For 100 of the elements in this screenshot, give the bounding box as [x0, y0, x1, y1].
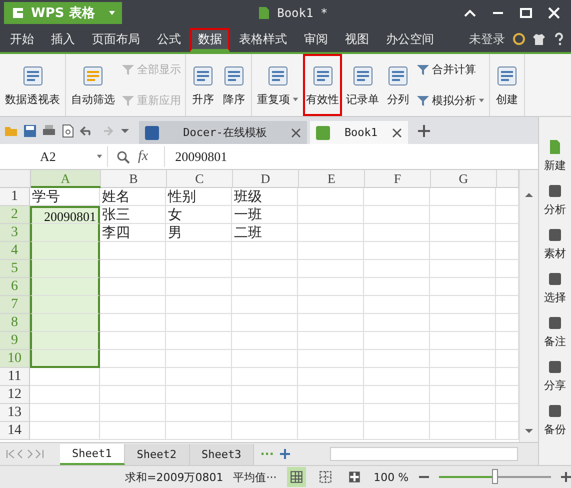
- ribbon-button[interactable]: 数据透视表: [2, 54, 63, 116]
- menu-tab[interactable]: 办公空间: [378, 28, 442, 52]
- row-header[interactable]: 13: [0, 404, 30, 422]
- menu-tab[interactable]: 开始: [2, 28, 42, 52]
- normal-view-icon[interactable]: [286, 467, 306, 487]
- scroll-down-icon[interactable]: [524, 426, 534, 436]
- table-cell: [30, 404, 100, 422]
- app-logo-icon: [10, 5, 26, 21]
- skin-icon[interactable]: [512, 32, 526, 46]
- print-icon[interactable]: [42, 124, 56, 138]
- caret-icon: [96, 153, 103, 160]
- table-cell: [30, 278, 100, 296]
- table-cell: [166, 314, 232, 332]
- ribbon-button[interactable]: 降序: [219, 54, 249, 116]
- caret-icon: [108, 9, 116, 17]
- menu-tab[interactable]: 公式: [149, 28, 189, 52]
- column-header[interactable]: E: [299, 170, 365, 188]
- table-cell: [100, 368, 166, 386]
- ribbon-button[interactable]: 创建: [492, 54, 522, 116]
- zoom-icon[interactable]: [116, 150, 130, 164]
- sheet-tab[interactable]: Sheet3: [190, 444, 254, 464]
- sidebar-button[interactable]: 素材: [544, 227, 566, 261]
- table-cell: 张三: [100, 206, 166, 224]
- table-cell: [166, 332, 232, 350]
- ribbon-button[interactable]: 分列: [383, 54, 413, 116]
- window-title: Book1 *: [277, 6, 328, 20]
- table-cell: [430, 422, 496, 440]
- row-header[interactable]: 14: [0, 422, 30, 440]
- ribbon-button[interactable]: 合并计算: [414, 60, 487, 79]
- sheet-tab[interactable]: Sheet1: [60, 444, 125, 464]
- table-cell: [166, 278, 232, 296]
- new-tab-icon[interactable]: [417, 124, 431, 138]
- table-cell: [364, 278, 430, 296]
- close-icon[interactable]: [392, 128, 402, 138]
- table-cell: [298, 206, 364, 224]
- table-cell: [298, 314, 364, 332]
- sidebar-button[interactable]: 分析: [544, 183, 566, 217]
- sidebar-button[interactable]: 选择: [544, 271, 566, 305]
- column-header[interactable]: G: [431, 170, 497, 188]
- table-cell: [298, 332, 364, 350]
- ribbon-button[interactable]: 记录单: [343, 54, 382, 116]
- row-header[interactable]: 1: [0, 188, 30, 206]
- table-cell: [232, 368, 298, 386]
- menu-tab[interactable]: 表格样式: [231, 28, 295, 52]
- menu-tab[interactable]: 视图: [337, 28, 377, 52]
- document-tab[interactable]: Book1: [310, 121, 408, 144]
- table-cell: [232, 386, 298, 404]
- shirt-icon[interactable]: [532, 32, 546, 46]
- average-readout[interactable]: 平均值···: [233, 470, 277, 484]
- column-header[interactable]: D: [233, 170, 299, 188]
- table-cell: [430, 296, 496, 314]
- close-icon[interactable]: [291, 128, 301, 138]
- add-sheet-icon[interactable]: [280, 449, 290, 459]
- table-cell: [166, 242, 232, 260]
- maximize-icon[interactable]: [519, 6, 533, 20]
- table-cell: [364, 242, 430, 260]
- table-cell: [364, 350, 430, 368]
- table-cell: [364, 260, 430, 278]
- login-link[interactable]: 未登录: [469, 30, 505, 48]
- name-box[interactable]: A2: [0, 146, 108, 167]
- table-cell: [364, 404, 430, 422]
- menu-tab[interactable]: 插入: [43, 28, 83, 52]
- zoom-slider-thumb[interactable]: [492, 469, 498, 484]
- column-header[interactable]: B: [101, 170, 167, 188]
- save-icon[interactable]: [23, 124, 37, 138]
- table-cell: [166, 422, 232, 440]
- preview-icon[interactable]: [61, 124, 75, 138]
- table-cell: [430, 314, 496, 332]
- document-tab[interactable]: Docer-在线模板: [139, 121, 307, 144]
- table-cell: [298, 350, 364, 368]
- ribbon-button[interactable]: 有效性: [303, 54, 342, 116]
- zoom-in-icon[interactable]: [561, 472, 571, 482]
- ribbon-button[interactable]: 自动筛选: [68, 54, 118, 116]
- ribbon-button[interactable]: 升序: [188, 54, 218, 116]
- column-header[interactable]: F: [365, 170, 431, 188]
- sidebar-button[interactable]: 分享: [544, 359, 566, 393]
- sidebar-button[interactable]: 备份: [544, 403, 566, 437]
- table-cell: [232, 422, 298, 440]
- table-cell: [364, 314, 430, 332]
- table-cell: [430, 368, 496, 386]
- ribbon-button[interactable]: 重复项: [254, 54, 302, 116]
- sidebar-button[interactable]: 备注: [544, 315, 566, 349]
- function-label[interactable]: fx: [138, 148, 148, 164]
- help-icon[interactable]: [552, 32, 566, 46]
- menu-tab[interactable]: 页面布局: [84, 28, 148, 52]
- ribbon-button[interactable]: 模拟分析: [414, 91, 487, 110]
- sheet-tab[interactable]: Sheet2: [124, 444, 190, 464]
- menu-tab[interactable]: 数据: [190, 28, 230, 52]
- table-cell: [298, 188, 364, 206]
- table-cell: [298, 260, 364, 278]
- sidebar-button[interactable]: 新建: [544, 139, 566, 173]
- menu-tab[interactable]: 审阅: [296, 28, 336, 52]
- table-cell: [100, 386, 166, 404]
- horizontal-scrollbar[interactable]: [330, 447, 518, 461]
- row-header[interactable]: 11: [0, 368, 30, 386]
- corner-cell[interactable]: [0, 170, 31, 188]
- column-header[interactable]: C: [167, 170, 233, 188]
- table-cell: [298, 296, 364, 314]
- scroll-up-icon[interactable]: [524, 190, 534, 200]
- row-header[interactable]: 12: [0, 386, 30, 404]
